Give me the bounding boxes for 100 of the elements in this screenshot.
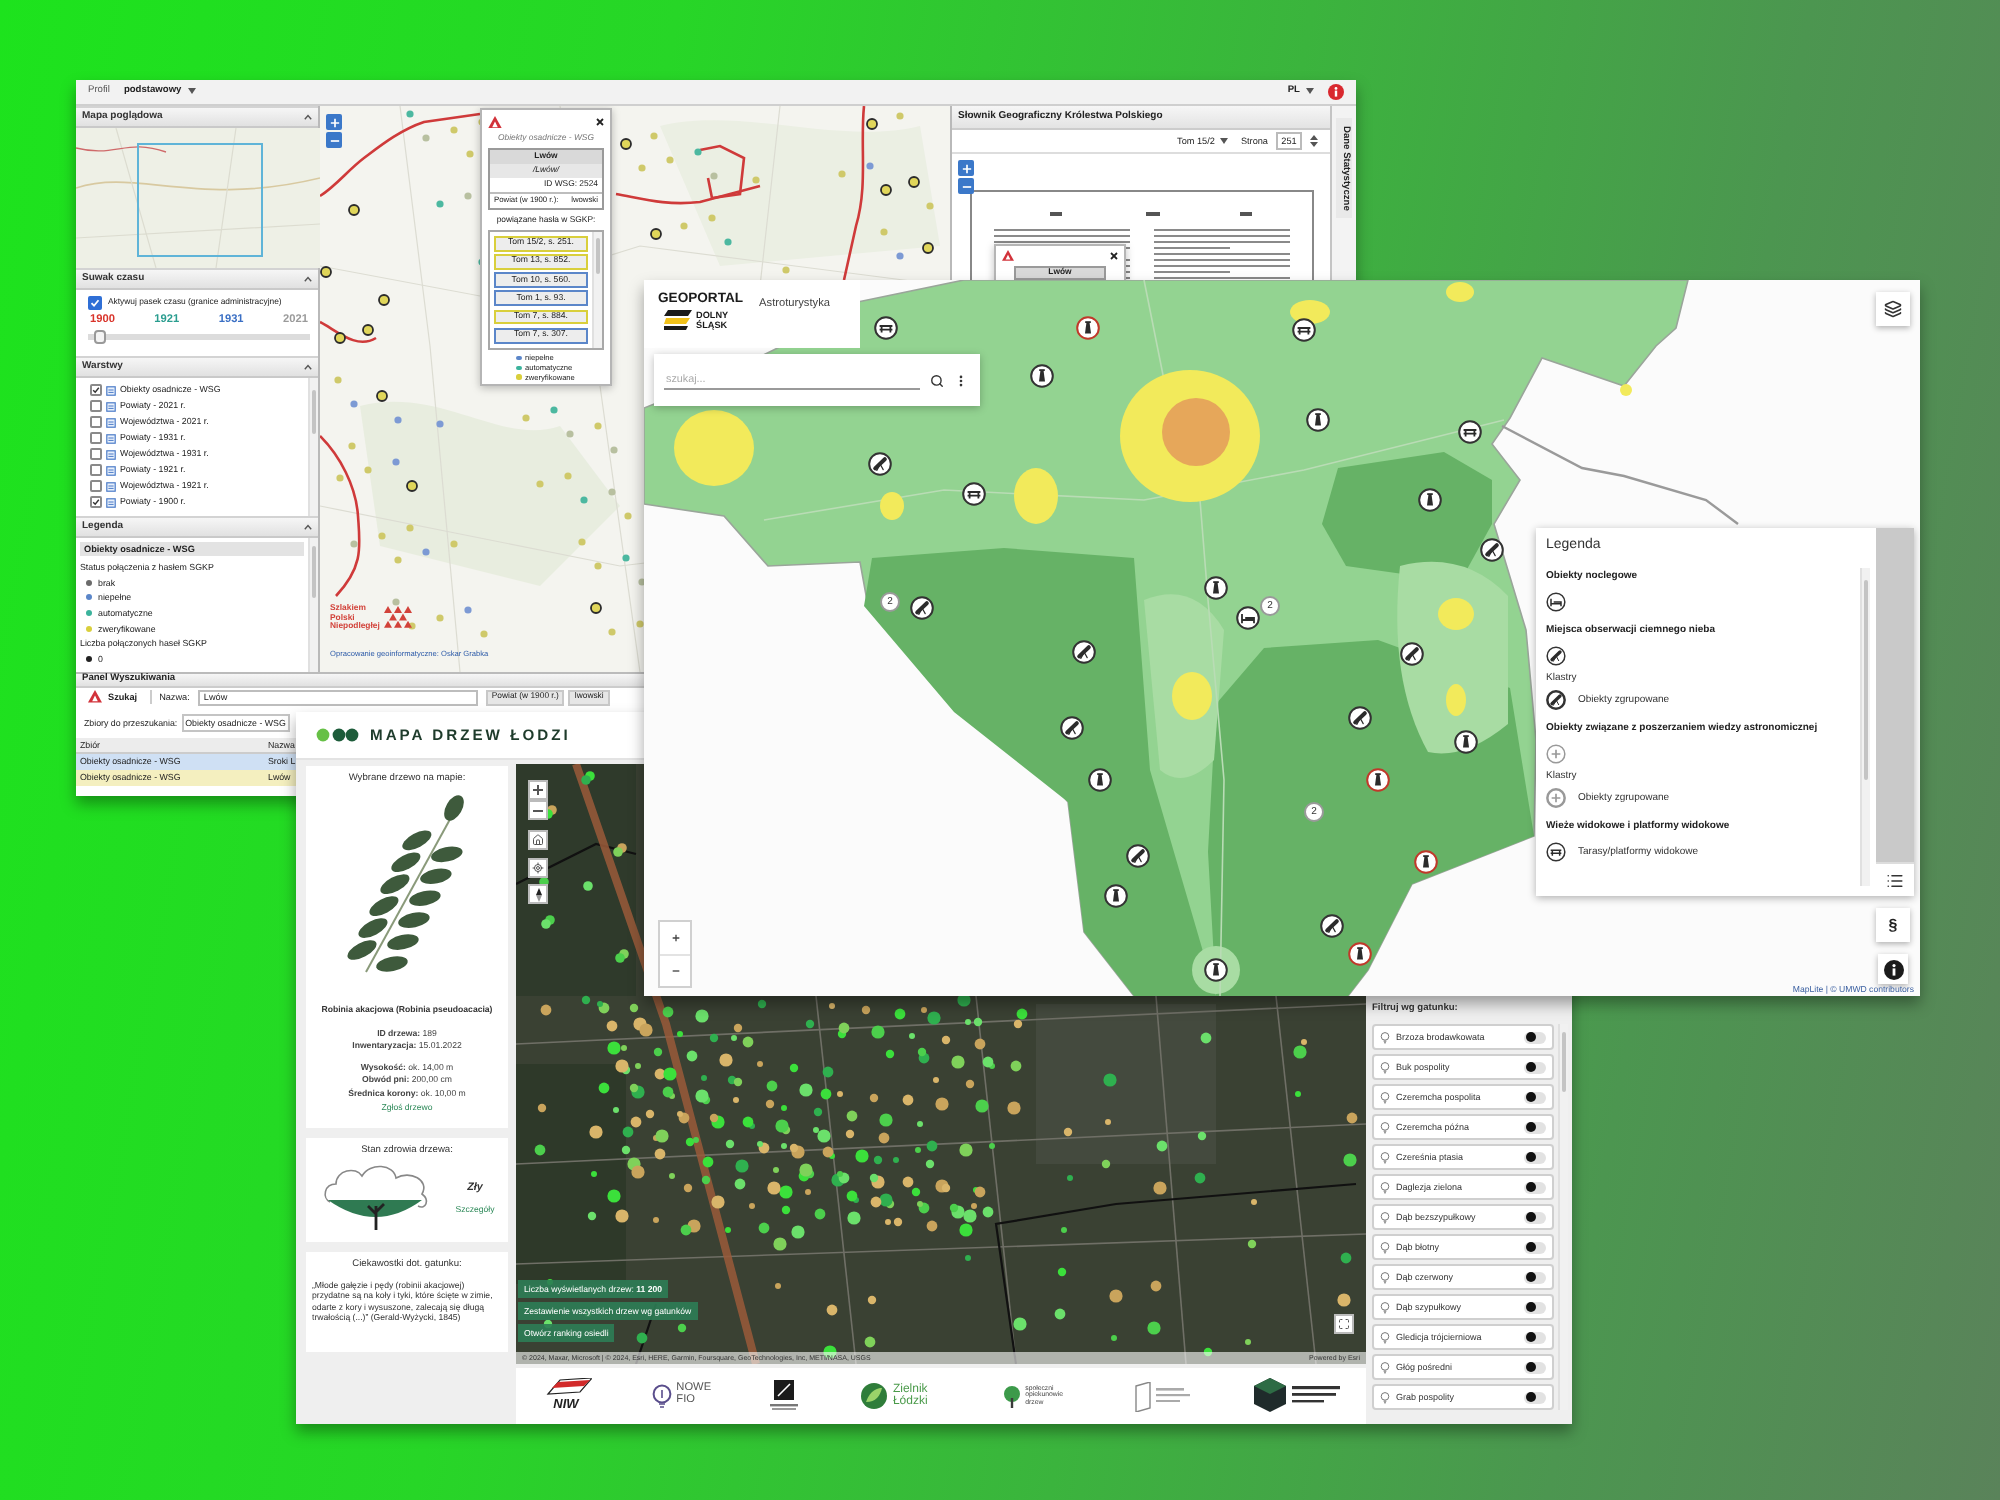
triangle-logo-icon <box>488 115 502 129</box>
info-icon[interactable] <box>1328 84 1344 100</box>
caret-icon <box>1306 88 1314 95</box>
lightbulb-icon <box>1380 1061 1390 1073</box>
checkbox[interactable] <box>90 448 102 460</box>
section-button[interactable]: § <box>1876 908 1910 942</box>
bed-icon <box>1546 591 1566 611</box>
tree-logo-icon <box>1001 1385 1022 1407</box>
collapse-icon[interactable] <box>304 114 312 120</box>
collapse-icon[interactable] <box>304 524 312 530</box>
layers-button[interactable] <box>1876 292 1910 326</box>
zoom-out-button[interactable] <box>528 800 548 820</box>
book-logo-icon <box>1133 1381 1194 1411</box>
minus-icon <box>329 139 339 141</box>
minus-icon <box>671 970 679 972</box>
checkbox[interactable] <box>90 480 102 492</box>
minus-icon <box>532 809 544 811</box>
cube-logo-icon <box>1253 1378 1342 1414</box>
glow-zone <box>880 492 904 520</box>
glow-zone <box>1446 684 1466 716</box>
tree-crown-drawing <box>319 1162 432 1234</box>
toggle-switch[interactable] <box>1524 1301 1546 1313</box>
plus-icon <box>329 117 339 127</box>
toggle-switch[interactable] <box>1524 1241 1546 1253</box>
zoom-out-button[interactable] <box>958 178 974 194</box>
list-icon <box>1886 871 1904 889</box>
toggle-switch[interactable] <box>1524 1211 1546 1223</box>
telescope-icon <box>1546 645 1566 665</box>
collapse-icon[interactable] <box>304 364 312 370</box>
glow-zone <box>1172 672 1212 720</box>
leaf-logo-icon <box>860 1382 889 1410</box>
legend-toggle-button[interactable] <box>1876 862 1914 896</box>
layer-icon <box>106 449 116 459</box>
toggle-switch[interactable] <box>1524 1031 1546 1043</box>
glow-zone <box>1620 384 1632 396</box>
info-icon <box>1883 959 1903 979</box>
plus-icon <box>1546 743 1566 763</box>
layer-icon <box>106 401 116 411</box>
caret-icon <box>1220 138 1229 144</box>
layer-icon <box>106 465 116 475</box>
checkbox[interactable] <box>90 464 102 476</box>
slider-track[interactable] <box>88 330 310 345</box>
toggle-switch[interactable] <box>1524 1151 1546 1163</box>
toggle-switch[interactable] <box>1524 1181 1546 1193</box>
toggle-switch[interactable] <box>1524 1331 1546 1343</box>
checkbox[interactable] <box>90 416 102 428</box>
glow-zone <box>1290 300 1330 324</box>
checkbox[interactable] <box>90 384 102 396</box>
toggle-switch[interactable] <box>1524 1091 1546 1103</box>
search-icon[interactable] <box>930 373 944 387</box>
checkbox[interactable] <box>90 496 102 508</box>
layer-icon <box>106 417 116 427</box>
toggle-switch[interactable] <box>1524 1061 1546 1073</box>
collapse-icon[interactable] <box>304 276 312 282</box>
compass-button[interactable] <box>528 884 548 904</box>
checkbox[interactable] <box>90 432 102 444</box>
home-button[interactable] <box>528 830 548 850</box>
zoom-out-button[interactable] <box>326 132 342 148</box>
glow-zone <box>1438 598 1474 630</box>
lightbulb-icon <box>1380 1121 1390 1133</box>
lightbulb-icon <box>1380 1091 1390 1103</box>
square-logo-icon <box>768 1380 801 1412</box>
layers-icon <box>1884 300 1902 318</box>
fullscreen-button[interactable] <box>1334 1314 1354 1334</box>
plus-icon <box>671 934 679 942</box>
toggle-switch[interactable] <box>1524 1391 1546 1403</box>
triangle-logo-icon <box>88 690 102 704</box>
plus-icon <box>961 163 971 173</box>
glow-zone <box>1446 282 1474 302</box>
close-icon[interactable] <box>596 118 604 126</box>
scrollbar[interactable] <box>308 378 318 516</box>
platform-icon <box>1546 841 1566 861</box>
checkbox[interactable] <box>88 296 102 310</box>
caret-icon <box>187 88 196 95</box>
glow-zone <box>1014 468 1058 524</box>
spinner-icon[interactable] <box>1310 134 1318 148</box>
toggle-switch[interactable] <box>1524 1361 1546 1373</box>
slider-thumb[interactable] <box>94 330 107 345</box>
zoom-in-button[interactable] <box>528 780 548 800</box>
lightbulb-icon <box>1380 1301 1390 1313</box>
scrollbar[interactable] <box>592 231 602 348</box>
more-icon[interactable] <box>954 373 968 387</box>
layer-icon <box>106 385 116 395</box>
toggle-switch[interactable] <box>1524 1271 1546 1283</box>
home-icon <box>532 834 544 846</box>
scrollbar[interactable] <box>1860 568 1870 886</box>
info-button[interactable] <box>1878 954 1908 984</box>
toggle-switch[interactable] <box>1524 1121 1546 1133</box>
lightbulb-icon <box>1380 1271 1390 1283</box>
lightbulb-icon <box>1380 1361 1390 1373</box>
layer-icon <box>106 433 116 443</box>
locate-button[interactable] <box>528 858 548 878</box>
lightbulb-icon <box>1380 1331 1390 1343</box>
checkbox[interactable] <box>90 400 102 412</box>
close-icon[interactable] <box>1110 252 1118 260</box>
lightbulb-icon <box>1380 1241 1390 1253</box>
layer-icon <box>106 481 116 491</box>
logo-icon <box>316 728 360 742</box>
scrollbar[interactable] <box>308 538 318 672</box>
telescope-cluster-icon <box>1546 689 1566 709</box>
